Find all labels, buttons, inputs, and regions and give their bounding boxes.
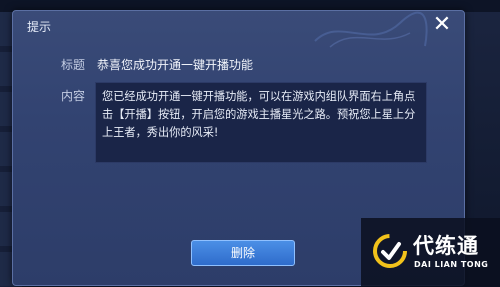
watermark: 代练通 DAI LIAN TONG (361, 218, 500, 287)
content-field-value: 您已经成功开通一键开播功能，可以在游戏内组队界面右上角点击【开播】按钮，开启您的… (102, 90, 416, 139)
content-box: 您已经成功开通一键开播功能，可以在游戏内组队界面右上角点击【开播】按钮，开启您的… (95, 82, 427, 163)
title-field-label: 标题 (61, 58, 86, 72)
watermark-text: 代练通 (413, 234, 479, 258)
content-field-label: 内容 (61, 89, 86, 103)
decorative-swirl (314, 11, 428, 48)
dialog-title: 提示 (27, 20, 52, 34)
watermark-logo-icon (373, 234, 407, 268)
close-icon[interactable]: ✕ (430, 13, 454, 37)
watermark-subtext: DAI LIAN TONG (414, 260, 489, 269)
title-field-value: 恭喜您成功开通一键开播功能 (97, 58, 254, 72)
delete-button[interactable]: 删除 (191, 240, 295, 266)
